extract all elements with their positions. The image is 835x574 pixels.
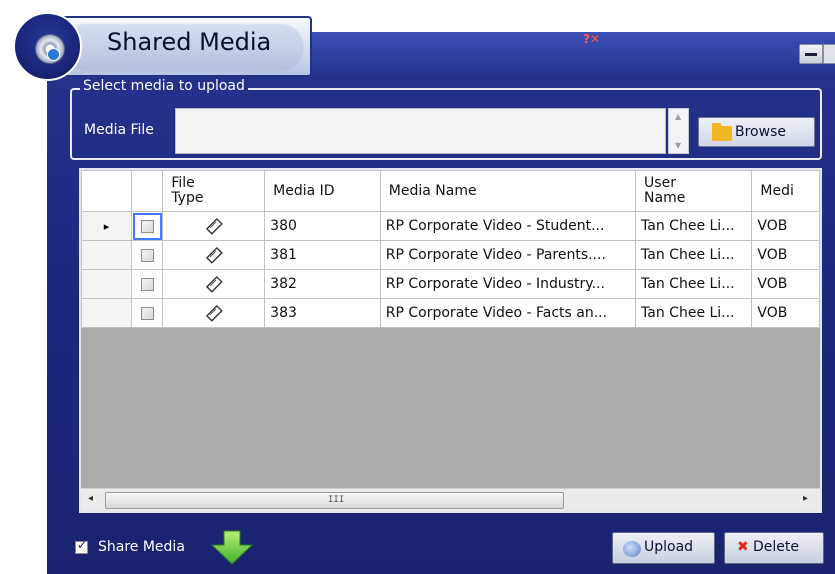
minimize-button[interactable] xyxy=(799,44,823,64)
film-reel-icon xyxy=(205,217,223,235)
file-type-cell xyxy=(162,240,266,270)
row-selector[interactable]: ▸ xyxy=(81,211,132,241)
file-type-cell xyxy=(162,269,266,299)
film-reel-icon xyxy=(205,304,223,322)
window-title: Shared Media xyxy=(107,28,272,56)
media-type-cell: VOB xyxy=(751,298,820,328)
film-reel-icon xyxy=(205,275,223,293)
scroll-down-icon[interactable]: ▼ xyxy=(675,141,681,150)
table-header-row: File Type Media ID Media Name User Name … xyxy=(81,170,820,212)
folder-icon xyxy=(712,123,732,141)
media-table: File Type Media ID Media Name User Name … xyxy=(81,170,820,328)
upload-label: Upload xyxy=(644,539,694,555)
minimize-icon xyxy=(805,53,817,56)
user-name-cell: Tan Chee Li... xyxy=(635,269,753,299)
shared-media-window: ?✕ Select media to upload Media File ▲ ▼… xyxy=(47,32,835,574)
row-checkbox[interactable] xyxy=(140,219,154,233)
scroll-right-icon[interactable]: ▸ xyxy=(803,493,808,504)
col-header-file-type[interactable]: File Type xyxy=(162,170,266,212)
browse-button[interactable]: Browse xyxy=(698,117,815,147)
share-media-label[interactable]: Share Media xyxy=(98,539,185,555)
share-media-checkbox[interactable]: ✓ xyxy=(75,538,88,554)
file-type-cell xyxy=(162,298,266,328)
row-checkbox[interactable] xyxy=(140,306,154,320)
col-header-check[interactable] xyxy=(130,170,164,212)
col-header-media-type[interactable]: Medi xyxy=(751,170,820,212)
col-header-media-id[interactable]: Media ID xyxy=(264,170,381,212)
media-file-label: Media File xyxy=(84,122,154,138)
media-id-cell: 383 xyxy=(264,298,381,328)
media-file-scrollbar[interactable]: ▲ ▼ xyxy=(668,108,689,154)
row-checkbox-cell[interactable] xyxy=(130,211,164,241)
green-down-arrow-icon xyxy=(210,530,254,565)
check-icon: ✓ xyxy=(77,538,88,552)
table-row[interactable]: ▸ 380 RP Corporate Video - Student... Ta… xyxy=(81,211,820,241)
window-edge-button[interactable] xyxy=(823,44,835,64)
row-checkbox-cell[interactable] xyxy=(130,298,164,328)
browse-label: Browse xyxy=(735,124,786,140)
upload-icon xyxy=(623,541,641,557)
disc-badge-icon xyxy=(47,48,60,61)
user-name-header-label: User Name xyxy=(644,175,686,206)
scroll-up-icon[interactable]: ▲ xyxy=(675,112,681,121)
media-type-cell: VOB xyxy=(751,240,820,270)
file-type-header-label: File Type xyxy=(171,175,204,206)
row-checkbox-cell[interactable] xyxy=(130,240,164,270)
upload-button[interactable]: Upload xyxy=(612,532,715,564)
delete-x-icon: ✖ xyxy=(737,539,749,555)
media-name-cell: RP Corporate Video - Industry... xyxy=(379,269,637,299)
table-row[interactable]: 381 RP Corporate Video - Parents.... Tan… xyxy=(81,240,820,270)
col-header-media-name[interactable]: Media Name xyxy=(379,170,637,212)
row-checkbox[interactable] xyxy=(140,277,154,291)
row-checkbox[interactable] xyxy=(140,248,154,262)
title-badge: Shared Media xyxy=(13,12,316,81)
table-row[interactable]: 382 RP Corporate Video - Industry... Tan… xyxy=(81,269,820,299)
media-name-cell: RP Corporate Video - Facts an... xyxy=(379,298,637,328)
app-logo xyxy=(13,12,82,81)
table-row[interactable]: 383 RP Corporate Video - Facts an... Tan… xyxy=(81,298,820,328)
scrollbar-thumb[interactable]: III xyxy=(105,492,564,509)
user-name-cell: Tan Chee Li... xyxy=(635,240,753,270)
media-id-cell: 380 xyxy=(264,211,381,241)
col-header-rowselector xyxy=(81,170,132,212)
media-id-cell: 381 xyxy=(264,240,381,270)
media-id-cell: 382 xyxy=(264,269,381,299)
scrollbar-grip: III xyxy=(328,495,345,505)
grid-horizontal-scrollbar[interactable]: ◂ III ▸ xyxy=(81,488,820,511)
row-pointer-icon: ▸ xyxy=(103,220,110,233)
file-type-cell xyxy=(162,211,266,241)
delete-label: Delete xyxy=(753,539,799,555)
row-selector[interactable] xyxy=(81,240,132,270)
media-type-cell: VOB xyxy=(751,211,820,241)
media-grid[interactable]: File Type Media ID Media Name User Name … xyxy=(79,168,822,513)
scroll-left-icon[interactable]: ◂ xyxy=(88,493,93,504)
user-name-cell: Tan Chee Li... xyxy=(635,211,753,241)
row-selector[interactable] xyxy=(81,298,132,328)
close-icon[interactable]: ?✕ xyxy=(583,32,600,46)
media-name-cell: RP Corporate Video - Student... xyxy=(379,211,637,241)
media-name-cell: RP Corporate Video - Parents.... xyxy=(379,240,637,270)
row-selector[interactable] xyxy=(81,269,132,299)
delete-button[interactable]: ✖ Delete xyxy=(724,532,824,564)
media-type-cell: VOB xyxy=(751,269,820,299)
film-reel-icon xyxy=(205,246,223,264)
media-file-field[interactable] xyxy=(175,108,666,154)
col-header-user-name[interactable]: User Name xyxy=(635,170,753,212)
row-checkbox-cell[interactable] xyxy=(130,269,164,299)
user-name-cell: Tan Chee Li... xyxy=(635,298,753,328)
